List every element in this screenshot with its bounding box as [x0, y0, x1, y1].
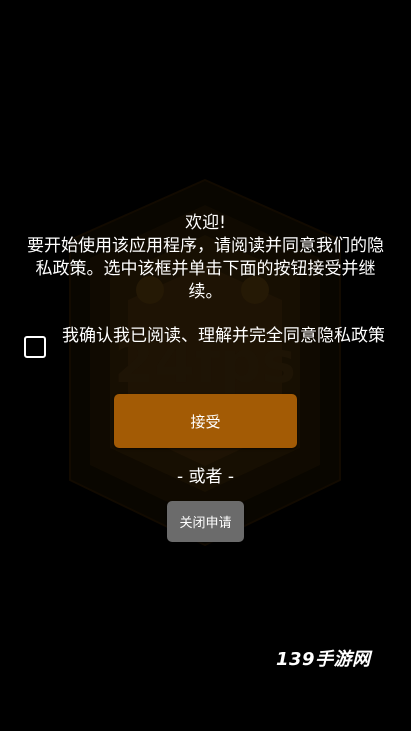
privacy-consent-label[interactable]: 我确认我已阅读、理解并完全同意隐私政策 — [62, 325, 385, 347]
accept-button[interactable]: 接受 — [114, 394, 297, 448]
privacy-consent-row[interactable]: 我确认我已阅读、理解并完全同意隐私政策 — [24, 325, 394, 358]
greeting-text: 欢迎! — [185, 213, 226, 233]
app-logo-background: 24fps — [69, 178, 341, 547]
privacy-message: 要开始使用该应用程序，请阅读并同意我们的隐私政策。选中该框并单击下面的按钮接受并… — [27, 236, 384, 302]
close-application-button[interactable]: 关闭申请 — [167, 501, 244, 542]
or-divider-text: - 或者 - — [176, 467, 235, 487]
privacy-consent-checkbox[interactable] — [24, 336, 46, 358]
site-watermark: 139手游网 — [276, 649, 371, 670]
welcome-text-block: 欢迎! 要开始使用该应用程序，请阅读并同意我们的隐私政策。选中该框并单击下面的按… — [0, 212, 411, 304]
